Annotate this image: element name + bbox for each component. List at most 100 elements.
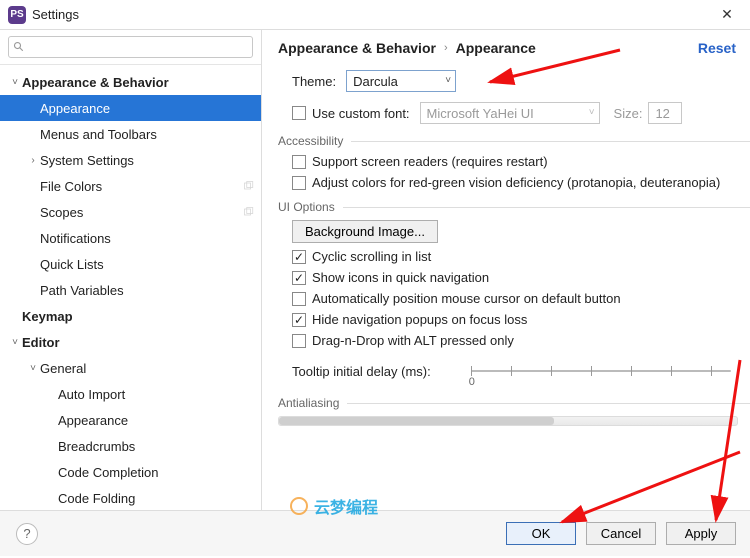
divider [347,403,750,404]
horizontal-scrollbar[interactable] [278,416,738,426]
search-row [0,30,261,65]
chevron-down-icon: ˅ [589,107,595,118]
tree-item-label: Appearance [40,101,255,116]
screen-readers-option[interactable]: Support screen readers (requires restart… [292,154,750,169]
auto-cursor-label: Automatically position mouse cursor on d… [312,291,621,306]
tree-item-label: Code Folding [58,491,255,506]
help-button[interactable]: ? [16,523,38,545]
tree-item-label: File Colors [40,179,243,194]
project-scope-icon [243,180,255,192]
breadcrumb-root[interactable]: Appearance & Behavior [278,40,436,56]
divider [343,207,750,208]
tooltip-delay-slider[interactable]: 0 [471,360,731,382]
tree-item-label: Menus and Toolbars [40,127,255,142]
main-layout: ˅Appearance & BehaviorAppearanceMenus an… [0,30,750,510]
font-size-input[interactable]: 12 [648,102,682,124]
app-icon: PS [8,6,26,24]
hide-nav-checkbox[interactable] [292,313,306,327]
group-antialiasing: Antialiasing [278,396,750,410]
chevron-right-icon: › [444,42,448,54]
cancel-button[interactable]: Cancel [586,522,656,545]
tree-item-label: General [40,361,255,376]
reset-link[interactable]: Reset [698,40,736,56]
tree-item[interactable]: ›System Settings [0,147,261,173]
watermark: 云梦编程 [290,494,378,518]
tree-item[interactable]: ˅General [0,355,261,381]
font-size-label: Size: [614,106,643,121]
show-icons-option[interactable]: Show icons in quick navigation [292,270,750,285]
background-image-button[interactable]: Background Image... [292,220,438,243]
tree-item[interactable]: ˅Editor [0,329,261,355]
tree-item[interactable]: Quick Lists [0,251,261,277]
tree-item[interactable]: Auto Import [0,381,261,407]
search-input[interactable] [8,36,253,58]
tree-item[interactable]: Appearance [0,407,261,433]
slider-tick [671,366,672,376]
cyclic-scroll-checkbox[interactable] [292,250,306,264]
ok-button[interactable]: OK [506,522,576,545]
tree-item[interactable]: Code Folding [0,485,261,510]
slider-tick [511,366,512,376]
tree-item[interactable]: Notifications [0,225,261,251]
tree-item[interactable]: Menus and Toolbars [0,121,261,147]
drag-alt-option[interactable]: Drag-n-Drop with ALT pressed only [292,333,750,348]
theme-label: Theme: [292,74,336,89]
tree-item-label: Quick Lists [40,257,255,272]
tree-item[interactable]: Keymap [0,303,261,329]
tooltip-delay-label: Tooltip initial delay (ms): [292,364,431,379]
apply-button[interactable]: Apply [666,522,736,545]
content-panel: Appearance & Behavior › Appearance Reset… [262,30,750,510]
custom-font-checkbox[interactable] [292,106,306,120]
theme-value: Darcula [353,74,398,89]
screen-readers-checkbox[interactable] [292,155,306,169]
tree-item[interactable]: Code Completion [0,459,261,485]
chevron-down-icon[interactable]: ˅ [8,337,22,348]
watermark-text: 云梦编程 [314,494,378,518]
slider-tick [551,366,552,376]
close-icon[interactable]: ✕ [712,6,742,23]
cyclic-scroll-label: Cyclic scrolling in list [312,249,431,264]
font-size-value: 12 [655,106,669,121]
group-ui-options: UI Options [278,200,750,214]
tree-item[interactable]: Breadcrumbs [0,433,261,459]
chevron-right-icon[interactable]: › [26,155,40,166]
tree-item[interactable]: Path Variables [0,277,261,303]
accessibility-options: Support screen readers (requires restart… [278,154,750,190]
divider [351,141,750,142]
color-deficiency-checkbox[interactable] [292,176,306,190]
custom-font-select[interactable]: Microsoft YaHei UI ˅ [420,102,600,124]
tree-item[interactable]: ˅Appearance & Behavior [0,69,261,95]
tree-item[interactable]: Appearance [0,95,261,121]
custom-font-value: Microsoft YaHei UI [427,106,534,121]
tree-item-label: Auto Import [58,387,255,402]
custom-font-label: Use custom font: [312,106,410,121]
color-deficiency-option[interactable]: Adjust colors for red-green vision defic… [292,175,750,190]
chevron-down-icon[interactable]: ˅ [26,363,40,374]
tree-item[interactable]: File Colors [0,173,261,199]
tooltip-delay-row: Tooltip initial delay (ms): 0 [292,360,750,382]
hide-nav-label: Hide navigation popups on focus loss [312,312,527,327]
theme-select[interactable]: Darcula ˅ [346,70,456,92]
tree-item-label: Appearance [58,413,255,428]
auto-cursor-checkbox[interactable] [292,292,306,306]
window-title: Settings [32,7,712,22]
hide-nav-option[interactable]: Hide navigation popups on focus loss [292,312,750,327]
tree-item-label: Notifications [40,231,255,246]
cyclic-scroll-option[interactable]: Cyclic scrolling in list [292,249,750,264]
slider-min-label: 0 [469,376,475,388]
auto-cursor-option[interactable]: Automatically position mouse cursor on d… [292,291,750,306]
custom-font-row: Use custom font: Microsoft YaHei UI ˅ Si… [278,102,750,124]
tree-item[interactable]: Scopes [0,199,261,225]
settings-content: Theme: Darcula ˅ Use custom font: Micros… [262,66,750,510]
tree-item-label: Breadcrumbs [58,439,255,454]
tree-item-label: Editor [22,335,255,350]
scrollbar-thumb[interactable] [279,417,554,425]
settings-tree[interactable]: ˅Appearance & Behavior Appearance Menus an… [0,65,261,510]
group-accessibility-label: Accessibility [278,134,343,148]
chevron-down-icon[interactable]: ˅ [8,77,22,88]
bg-image-row: Background Image... [292,220,750,243]
project-scope-icon [243,206,255,218]
tree-item-label: Code Completion [58,465,255,480]
show-icons-checkbox[interactable] [292,271,306,285]
drag-alt-checkbox[interactable] [292,334,306,348]
